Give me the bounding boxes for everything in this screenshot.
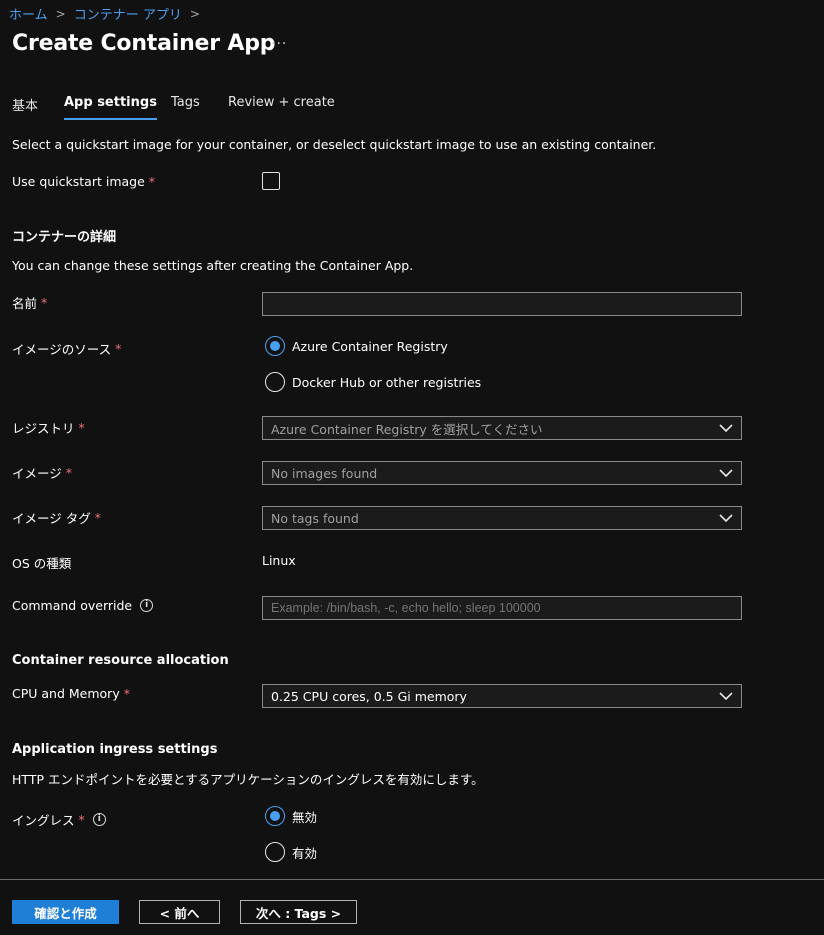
more-actions-button[interactable]: ··· (271, 36, 287, 52)
required-marker: * (94, 510, 101, 525)
quickstart-description: Select a quickstart image for your conta… (12, 137, 657, 152)
chevron-down-icon (719, 469, 733, 478)
ingress-option-disabled[interactable]: 無効 (265, 806, 317, 826)
quickstart-label-text: Use quickstart image (12, 174, 145, 189)
required-marker: * (148, 174, 156, 189)
ingress-option-label: 無効 (292, 809, 318, 825)
next-tags-button[interactable]: 次へ : Tags > (240, 900, 357, 924)
os-type-label: OS の種類 (12, 556, 72, 571)
breadcrumb-container-apps-link[interactable]: コンテナー アプリ (74, 4, 182, 23)
registry-dropdown-value: Azure Container Registry を選択してください (271, 421, 543, 437)
chevron-down-icon (719, 514, 733, 523)
ingress-description: HTTP エンドポイントを必要とするアプリケーションのイングレスを有効にします。 (12, 772, 484, 787)
image-label: イメージ * (12, 463, 72, 482)
image-dropdown-value: No images found (271, 465, 378, 481)
image-tag-label: イメージ タグ * (12, 508, 101, 527)
name-label: 名前 * (12, 293, 47, 312)
ingress-label: イングレス * i (12, 810, 106, 829)
radio-selected-icon (265, 806, 285, 826)
name-input[interactable] (262, 292, 742, 316)
chevron-right-icon: > (189, 6, 200, 21)
cpu-memory-label: CPU and Memory * (12, 686, 130, 701)
registry-dropdown[interactable]: Azure Container Registry を選択してください (262, 416, 742, 440)
container-details-heading: コンテナーの詳細 (12, 230, 117, 245)
ingress-heading: Application ingress settings (12, 742, 218, 757)
container-details-description: You can change these settings after crea… (12, 258, 414, 273)
image-tag-dropdown[interactable]: No tags found (262, 506, 742, 530)
review-create-button[interactable]: 確認と作成 (12, 900, 119, 924)
image-source-option-label: Docker Hub or other registries (292, 374, 482, 390)
use-quickstart-image-checkbox[interactable] (262, 172, 280, 190)
image-source-option-acr[interactable]: Azure Container Registry (265, 336, 448, 356)
chevron-down-icon (719, 424, 733, 433)
ingress-option-label: 有効 (292, 845, 318, 861)
required-marker: * (115, 341, 122, 356)
image-tag-dropdown-value: No tags found (271, 510, 359, 526)
image-source-label: イメージのソース * (12, 339, 121, 358)
command-override-input[interactable] (262, 596, 742, 620)
tab-app-settings[interactable]: App settings (64, 95, 157, 120)
tab-review-create[interactable]: Review + create (228, 95, 335, 118)
quickstart-label: Use quickstart image * (12, 174, 155, 189)
tab-tags[interactable]: Tags (171, 95, 200, 118)
cpu-memory-label-text: CPU and Memory (12, 686, 120, 701)
registry-label: レジストリ * (12, 418, 85, 437)
image-label-text: イメージ (12, 466, 62, 481)
radio-unselected-icon (265, 372, 285, 392)
info-icon[interactable]: i (140, 599, 154, 612)
image-source-label-text: イメージのソース (12, 342, 112, 357)
image-dropdown[interactable]: No images found (262, 461, 742, 485)
footer-divider (0, 879, 824, 880)
radio-unselected-icon (265, 842, 285, 862)
ingress-option-enabled[interactable]: 有効 (265, 842, 317, 862)
required-marker: * (41, 295, 48, 310)
cpu-memory-dropdown-value: 0.25 CPU cores, 0.5 Gi memory (271, 688, 467, 704)
command-override-label-text: Command override (12, 598, 133, 613)
radio-selected-icon (265, 336, 285, 356)
cpu-memory-dropdown[interactable]: 0.25 CPU cores, 0.5 Gi memory (262, 684, 742, 708)
chevron-down-icon (719, 692, 733, 701)
resource-allocation-heading: Container resource allocation (12, 653, 229, 668)
tab-basics[interactable]: 基本 (12, 95, 38, 122)
breadcrumb-home-link[interactable]: ホーム (9, 4, 48, 23)
previous-button[interactable]: < 前へ (139, 900, 220, 924)
ingress-label-text: イングレス (12, 813, 75, 828)
image-source-option-label: Azure Container Registry (292, 338, 448, 354)
required-marker: * (123, 686, 130, 701)
image-tag-label-text: イメージ タグ (12, 511, 91, 526)
info-icon[interactable]: i (92, 813, 106, 826)
command-override-label: Command override i (12, 598, 154, 613)
breadcrumb: ホーム > コンテナー アプリ > (9, 4, 208, 24)
page-title: Create Container App (12, 31, 276, 56)
name-label-text: 名前 (12, 296, 38, 311)
chevron-right-icon: > (55, 6, 66, 21)
image-source-option-docker-hub[interactable]: Docker Hub or other registries (265, 372, 481, 392)
required-marker: * (78, 812, 85, 827)
os-type-value: Linux (262, 553, 296, 568)
required-marker: * (65, 465, 73, 480)
registry-label-text: レジストリ (12, 421, 75, 436)
required-marker: * (78, 420, 85, 435)
